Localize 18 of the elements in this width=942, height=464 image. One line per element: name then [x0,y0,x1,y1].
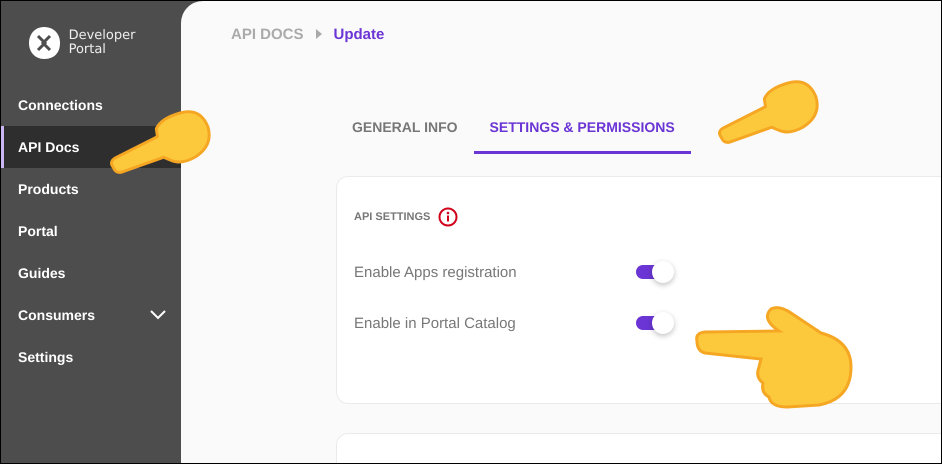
tab[interactable]: GENERAL INFO [336,102,474,154]
setting-label: Enable in Portal Catalog [354,314,517,332]
sidebar-item[interactable]: Guides [1,252,181,294]
chevron-icon [150,310,166,320]
logo-text: Portal [68,42,106,56]
sidebar-item[interactable]: Settings [1,336,181,378]
info-icon [438,207,458,227]
section-title: API SETTINGS [354,211,430,223]
tab[interactable]: SETTINGS & PERMISSIONS [474,102,691,154]
chevron-icon [316,29,322,39]
setting-label: Enable Apps registration [354,264,518,280]
sidebar-item[interactable]: Consumers [1,294,181,336]
logo-icon [26,26,61,60]
breadcrumb-item: Update [334,26,384,42]
sidebar-item[interactable]: Connections [1,84,181,126]
sidebar-item[interactable]: Products [1,168,181,210]
logo-text: Developer [68,28,136,42]
sidebar-item[interactable]: Portal [1,210,181,252]
